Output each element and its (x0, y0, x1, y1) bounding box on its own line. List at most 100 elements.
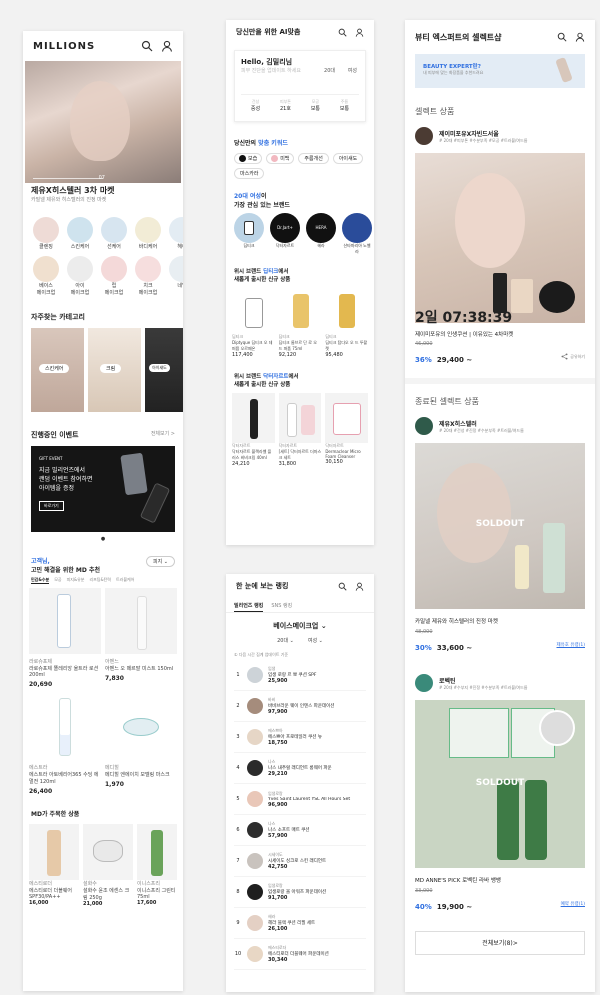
expert-row[interactable]: 제이미포유X자빈드서울 # 20대 #피부톤 #수분부족 #모공 #트러블/여드름 (405, 127, 595, 145)
age-select[interactable]: 20대 (324, 67, 335, 74)
ranking-row[interactable]: 5 입생로랑 Yves Saint Laurent YSL All Hours Se… (234, 784, 366, 815)
product-name: [세트] 닥터자르트 더마스크 세트 (278, 449, 322, 460)
ranking-row[interactable]: 1 입생 입생 로랑 르 뽀 쿠션 SPF 25,900 (234, 660, 366, 691)
concern-tab[interactable]: 트러블케어 (116, 577, 134, 584)
category-item[interactable]: 베이스 메이크업 (29, 256, 63, 296)
category-select[interactable]: 베이스메이크업 ⌄ (226, 613, 374, 637)
md-title-line1: 고객님, (31, 558, 50, 565)
search-icon[interactable] (338, 28, 347, 37)
event-button[interactable]: 바로가기 (39, 501, 64, 511)
encore-link[interactable]: 예약 유령(1) (561, 901, 585, 907)
category-item[interactable]: 치크 메이크업 (131, 256, 165, 296)
brand-logo[interactable]: MILLIONS (33, 41, 95, 52)
stat-value: 중성 (250, 106, 261, 112)
user-icon[interactable] (575, 32, 585, 42)
keyword-chip[interactable]: 주름개선 (298, 153, 329, 164)
product-card[interactable]: 에스티로더 에스티로더 더블웨어 SPF30/PA++ 16,000 (29, 824, 79, 907)
ranking-row[interactable]: 9 헤라 헤라 블랙 쿠션 리필 세트 26,100 (234, 908, 366, 939)
keyword-chip[interactable]: 아이섀도 (332, 153, 364, 164)
concern-tab-active[interactable]: 민감&수분 (31, 577, 50, 584)
brand-item[interactable]: 딥티크 (234, 213, 264, 255)
keyword-chip[interactable]: 보습 (234, 153, 263, 164)
skin-concern-select[interactable]: 피지 ⌄ (146, 556, 175, 567)
category-item[interactable]: 립 메이크업 (97, 256, 131, 296)
product-card[interactable]: 닥터자르트 닥터자르트 블랙라벨 플러스 비비크림 40ml 24,210 (232, 393, 275, 467)
keyword-chip[interactable]: 마스카라 (234, 168, 265, 179)
product-card[interactable]: 닥터자르트 Dermaclear Micro Foam Cleanser 30,15… (325, 393, 369, 467)
search-icon[interactable] (557, 32, 567, 42)
category-label: 립 메이크업 (104, 283, 124, 296)
closed-product-image[interactable]: SOLDOUT (415, 443, 585, 609)
product-card[interactable]: 딥티크 딥티크 탐다오 오 드 뚜왈렛 95,480 (325, 288, 369, 358)
search-icon[interactable] (141, 40, 153, 52)
brand-item[interactable]: 산타마리아 노벨라 (342, 213, 372, 255)
user-icon[interactable] (161, 40, 173, 52)
product-card[interactable]: 에스트라 에스트라 아토베리어365 수딩 에멀전 120ml 26,400 (29, 694, 101, 795)
concern-tab[interactable]: 리프팅&탄력 (89, 577, 111, 584)
wish-brand-title-2: 위시 브랜드 닥터자르트에서 새롭게 출시한 신규 상품 (234, 374, 299, 388)
category-item[interactable]: 헤어 (165, 217, 183, 250)
product-card[interactable]: 딥티크 딥티크 롬브르 단 로 오 드 퍼퓸 75ml 92,120 (278, 288, 322, 358)
closed-product-image[interactable]: SOLDOUT (415, 700, 585, 868)
brand-item[interactable]: HERA 헤라 (306, 213, 336, 255)
ranking-row[interactable]: 6 나스 나스 소프트 매트 쿠션 57,900 (234, 815, 366, 846)
category-item[interactable]: 클렌징 (29, 217, 63, 250)
rank-thumb (247, 698, 263, 714)
category-item[interactable]: 스킨케어 (63, 217, 97, 250)
rank-price: 96,900 (268, 801, 288, 808)
sex-select[interactable]: 여성 (348, 67, 357, 74)
category-item[interactable]: 선케어 (97, 217, 131, 250)
category-item[interactable]: 바디케어 (131, 217, 165, 250)
expert-banner[interactable]: BEAUTY EXPERT란? 내 피부에 맞는 화장품을 추천드려요 (415, 54, 585, 88)
concern-tab[interactable]: 피지&유분 (67, 577, 85, 584)
user-icon[interactable] (355, 28, 364, 37)
concern-tab[interactable]: 모공 (54, 577, 61, 584)
product-image (83, 824, 133, 880)
product-card[interactable]: 라로슈포제 라로슈포제 똘레리앙 울트라 로션 200ml 20,690 (29, 588, 101, 688)
category-item[interactable]: 아이 메이크업 (63, 256, 97, 296)
encore-link[interactable]: 제유호 유령(1) (556, 642, 585, 648)
age-filter[interactable]: 20대 ⌄ (277, 637, 294, 644)
rank-price: 30,340 (268, 957, 288, 963)
product-card[interactable]: 닥터자르트 [세트] 닥터자르트 더마스크 세트 31,800 (278, 393, 322, 467)
product-card[interactable]: 설화수 설화수 윤조 에센스 크림 250g 21,000 (83, 824, 133, 907)
keyword-chip[interactable]: 미백 (266, 153, 295, 164)
keyword-chips: 보습 미백 주름개선 아이섀도 마스카라 (226, 153, 374, 179)
category-thumb (67, 217, 93, 243)
fav-category-card[interactable]: 아이섀도 (145, 328, 183, 412)
fav-category-card[interactable]: 스킨케어 (31, 328, 85, 412)
product-card[interactable]: 딥티크 Diptyque 딥티크 오 데 퍼퓸 오르페온 117,400 (232, 288, 275, 358)
closed-item-name[interactable]: MD ANNE'S PICK 로벡틴 라바 뱅뱅 (405, 868, 595, 884)
rank-thumb (247, 822, 263, 838)
ranking-row[interactable]: 7 시세이도 시세이도 싱크로 스킨 래디언트 42,750 (234, 846, 366, 877)
hero-banner-image[interactable]: 07 (25, 61, 181, 183)
brand-item[interactable]: Dr.Jart+ 닥터자르트 (270, 213, 300, 255)
product-card[interactable]: 메디힐 메디힐 엔에이치 모델링 마스크 1,970 (105, 694, 177, 795)
fav-category-card[interactable]: 크림 (88, 328, 142, 412)
tab-millions-ranking[interactable]: 밀리언즈 랭킹 (234, 602, 264, 612)
ranking-row[interactable]: 8 입생로랑 입생로랑 올 아워즈 파운데이션 91,700 (234, 877, 366, 908)
hero-title: 제유X히스텔러 3차 마켓 (31, 186, 115, 195)
product-card[interactable]: 이니스프리 이니스프리 그린티 75ml 17,600 (137, 824, 177, 907)
view-all-button[interactable]: 전체보기(8)> (415, 931, 585, 955)
profile-card[interactable]: Hello, 김밀리님 피부 진단을 업데이트 하세요 20대 여성 건성 중성 … (234, 50, 366, 122)
share-button[interactable]: 공유하기 (561, 353, 585, 360)
ranking-row[interactable]: 2 바비 바비브라운 웨이 인텐스 파운데이션 97,900 (234, 691, 366, 722)
product-card[interactable]: 아벤느 아벤느 오 떼르말 미스트 150ml 7,830 (105, 588, 177, 688)
search-icon[interactable] (338, 582, 347, 591)
closed-item-name[interactable]: 카밀넬 제유와 히스텔러의 진정 마켓 (405, 609, 595, 625)
select-product-image[interactable] (415, 153, 585, 323)
expert-row[interactable]: 로벡틴 # 20대 #수부지 #진정 #수분부족 #트러블/여드름 (405, 654, 595, 692)
ranking-row[interactable]: 3 에스쁘아 에스쁘아 프로테일러 쿠션 뉴 18,750 (234, 722, 366, 753)
tab-sns-ranking[interactable]: SNS 랭킹 (271, 602, 292, 612)
category-item[interactable]: 네일 (165, 256, 183, 296)
sex-filter[interactable]: 여성 ⌄ (308, 637, 323, 644)
expert-row[interactable]: 제유X히스텔러 # 20대 #건성 #진정 #수분부족 #트러블/여드름 (405, 417, 595, 435)
select-item-name[interactable]: 제이미포유의 인생쿠션 | 이유있는 4차마켓 (405, 327, 595, 338)
rank-number: 3 (236, 734, 240, 740)
ranking-row[interactable]: 10 에스티로더 에스티로더 더블웨어 파운데이션 30,340 (234, 939, 366, 970)
event-banner[interactable]: GIFT EVENT 지금 밀리언즈에서 랜덤 이벤트 참여하면 아이템을 증정… (31, 446, 175, 532)
event-more-link[interactable]: 전체보기 > (151, 430, 175, 440)
ranking-row[interactable]: 4 나스 나스 내추럴 래디언트 롱웨어 파운 29,210 (234, 753, 366, 784)
user-icon[interactable] (355, 582, 364, 591)
